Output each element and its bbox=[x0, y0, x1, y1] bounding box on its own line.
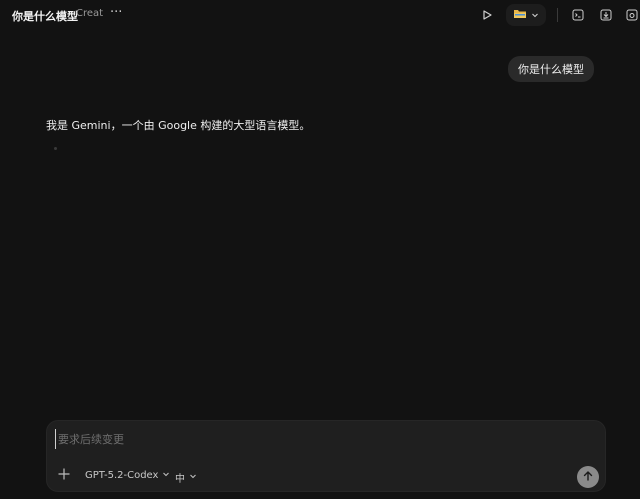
folder-icon bbox=[513, 8, 527, 22]
composer: GPT-5.2-Codex 中 bbox=[46, 420, 606, 492]
user-message-bubble: 你是什么模型 bbox=[508, 56, 594, 82]
language-selector-label: 中 bbox=[175, 474, 185, 485]
chevron-down-icon bbox=[531, 8, 539, 22]
model-selector-label: GPT-5.2-Codex bbox=[85, 470, 159, 481]
more-options-button[interactable]: ··· bbox=[110, 5, 122, 20]
assistant-message: 我是 Gemini，一个由 Google 构建的大型语言模型。 bbox=[46, 119, 311, 132]
message-actions-indicator bbox=[54, 147, 57, 150]
user-message-text: 你是什么模型 bbox=[518, 63, 584, 76]
followup-input[interactable] bbox=[55, 429, 580, 449]
chevron-down-icon bbox=[189, 472, 197, 483]
toolbar-divider bbox=[557, 8, 558, 22]
page-subtitle: Creat bbox=[76, 8, 104, 19]
play-icon[interactable] bbox=[478, 6, 496, 24]
chevron-down-icon bbox=[162, 470, 170, 481]
send-button[interactable] bbox=[577, 466, 599, 488]
screenshot-icon[interactable] bbox=[623, 6, 640, 24]
arrow-up-icon bbox=[582, 470, 594, 485]
open-in-folder-button[interactable] bbox=[506, 4, 546, 26]
terminal-icon[interactable] bbox=[569, 6, 587, 24]
top-bar: 你是什么模型 Creat ··· bbox=[0, 0, 640, 30]
language-selector[interactable]: 中 bbox=[175, 470, 197, 485]
add-attachment-icon[interactable] bbox=[57, 467, 71, 481]
model-selector[interactable]: GPT-5.2-Codex bbox=[85, 470, 170, 481]
page-title: 你是什么模型 bbox=[12, 10, 78, 23]
download-icon[interactable] bbox=[597, 6, 615, 24]
